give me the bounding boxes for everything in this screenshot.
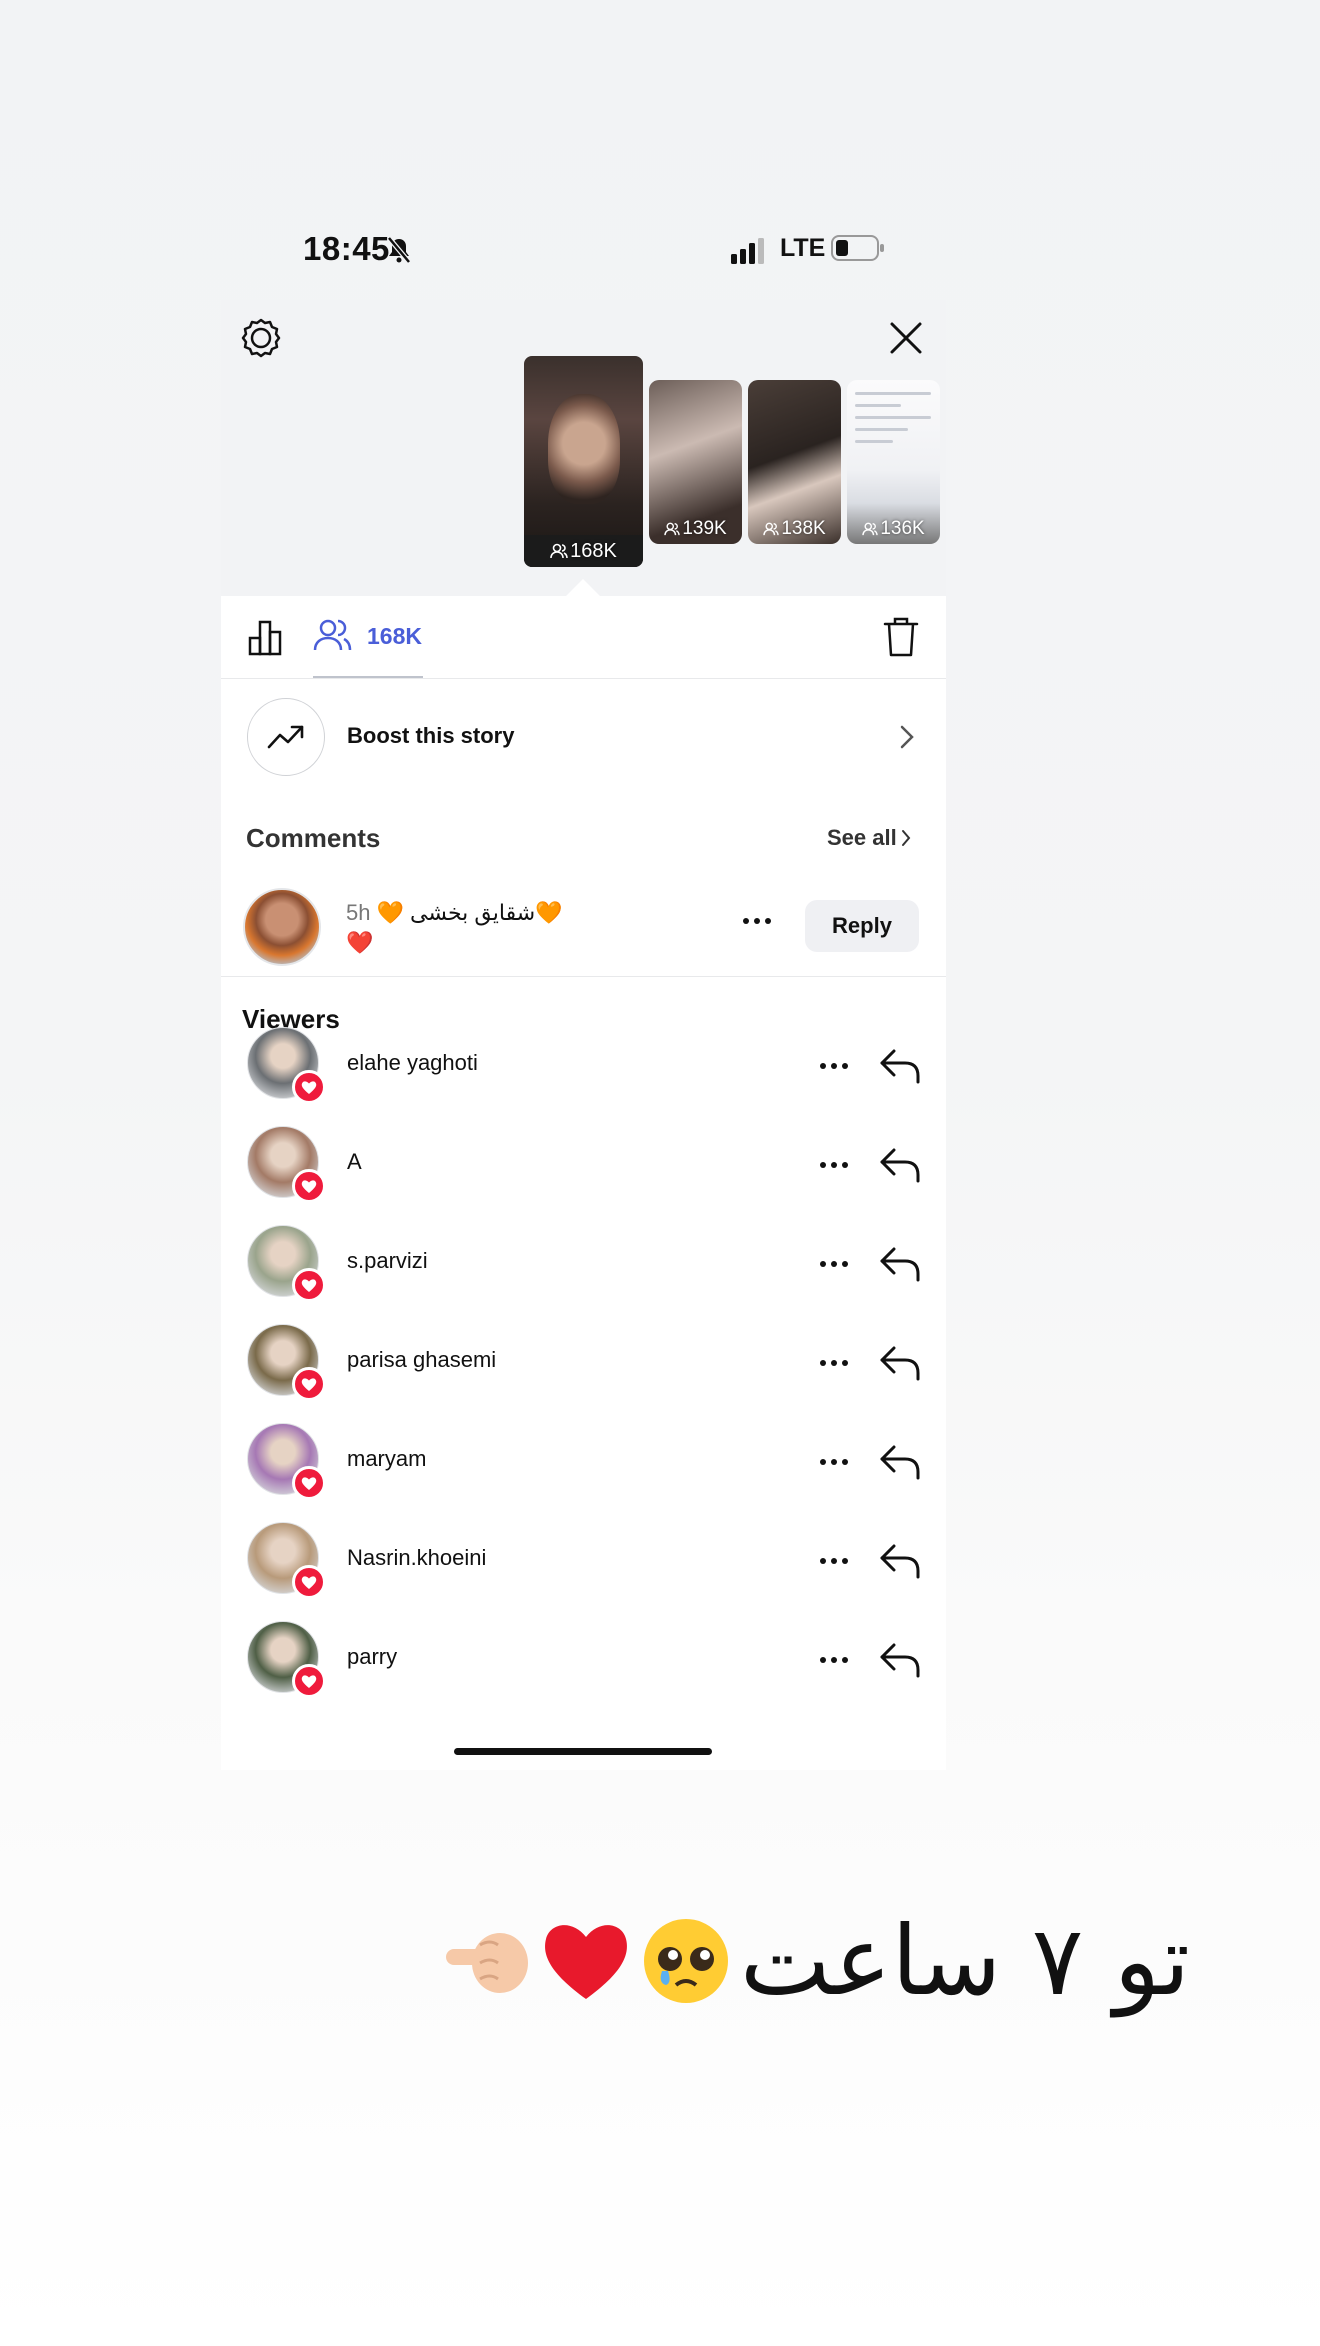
heart-reaction-icon bbox=[292, 1169, 326, 1203]
chevron-right-icon bbox=[900, 725, 914, 749]
viewer-name[interactable]: parry bbox=[347, 1644, 397, 1670]
reply-arrow-icon[interactable] bbox=[879, 1344, 921, 1382]
trending-up-icon bbox=[267, 725, 304, 749]
story-thumbnail[interactable]: 139K bbox=[649, 380, 742, 544]
heart-reaction-icon bbox=[292, 1466, 326, 1500]
heart-reaction-icon bbox=[292, 1664, 326, 1698]
trash-icon[interactable] bbox=[881, 616, 921, 658]
screenshot-preview bbox=[855, 392, 931, 452]
viewer-row[interactable]: parry bbox=[221, 1611, 946, 1710]
story-thumbnail[interactable]: 138K bbox=[748, 380, 841, 544]
home-indicator bbox=[454, 1748, 712, 1755]
viewer-name[interactable]: maryam bbox=[347, 1446, 426, 1472]
battery-icon bbox=[831, 235, 884, 261]
status-bar: 18:45 LTE bbox=[0, 222, 1320, 282]
reply-arrow-icon[interactable] bbox=[879, 1542, 921, 1580]
status-time: 18:45 bbox=[303, 230, 390, 267]
caption-text: تو ۷ ساعت bbox=[740, 1905, 1191, 2017]
red-heart-icon bbox=[545, 1925, 627, 1999]
comment-emoji: ❤️ bbox=[346, 930, 374, 955]
bell-muted-icon bbox=[387, 236, 411, 264]
viewer-name[interactable]: parisa ghasemi bbox=[347, 1347, 496, 1373]
see-all-link[interactable]: See all bbox=[827, 825, 911, 851]
more-options-icon[interactable] bbox=[819, 1655, 849, 1665]
viewer-name[interactable]: elahe yaghoti bbox=[347, 1050, 478, 1076]
story-viewer-count: 168K bbox=[524, 535, 643, 567]
comment-row: 5h 🧡 شقایق بخشی🧡 ❤️ Reply bbox=[221, 870, 946, 977]
viewer-name[interactable]: s.parvizi bbox=[347, 1248, 428, 1274]
comments-title: Comments bbox=[246, 823, 381, 853]
heart-reaction-icon bbox=[292, 1367, 326, 1401]
story-viewer-count: 136K bbox=[847, 518, 940, 540]
story-thumbnail[interactable]: 136K bbox=[847, 380, 940, 544]
reply-arrow-icon[interactable] bbox=[879, 1443, 921, 1481]
comments-header: Comments See all bbox=[221, 798, 946, 858]
viewer-row[interactable]: A bbox=[221, 1116, 946, 1215]
pointing-hand-icon bbox=[446, 1933, 528, 1993]
chevron-right-icon bbox=[901, 830, 911, 846]
more-options-icon[interactable] bbox=[819, 1160, 849, 1170]
bar-chart-icon[interactable] bbox=[247, 618, 287, 656]
boost-icon-circle bbox=[247, 698, 325, 776]
reply-arrow-icon[interactable] bbox=[879, 1047, 921, 1085]
heart-reaction-icon bbox=[292, 1268, 326, 1302]
story-photo bbox=[548, 394, 620, 504]
reply-arrow-icon[interactable] bbox=[879, 1146, 921, 1184]
more-options-icon[interactable] bbox=[742, 916, 772, 926]
more-options-icon[interactable] bbox=[819, 1259, 849, 1269]
story-thumbnail-selected[interactable]: 168K bbox=[524, 356, 643, 567]
close-icon[interactable] bbox=[886, 318, 926, 358]
boost-story-row[interactable]: Boost this story bbox=[221, 678, 946, 798]
viewer-row[interactable]: elahe yaghoti bbox=[221, 1017, 946, 1116]
people-icon bbox=[862, 522, 879, 536]
viewers-count: 168K bbox=[367, 623, 422, 649]
reply-arrow-icon[interactable] bbox=[879, 1245, 921, 1283]
network-type: LTE bbox=[780, 234, 826, 262]
viewer-row[interactable]: Nasrin.khoeini bbox=[221, 1512, 946, 1611]
reply-arrow-icon[interactable] bbox=[879, 1641, 921, 1679]
story-insights-panel: 168K 139K 138K 136K 168K Boost this stor… bbox=[221, 300, 946, 1770]
avatar[interactable] bbox=[243, 888, 321, 966]
comment-time: 5h bbox=[346, 900, 371, 925]
more-options-icon[interactable] bbox=[819, 1061, 849, 1071]
story-viewer-count: 138K bbox=[748, 518, 841, 540]
reply-button[interactable]: Reply bbox=[805, 900, 919, 952]
heart-reaction-icon bbox=[292, 1565, 326, 1599]
comment-body: 🧡 شقایق بخشی🧡 bbox=[376, 900, 563, 925]
story-caption: تو ۷ ساعت bbox=[440, 1905, 1190, 2025]
people-icon bbox=[763, 522, 780, 536]
viewer-name[interactable]: A bbox=[347, 1149, 362, 1175]
heart-reaction-icon bbox=[292, 1070, 326, 1104]
boost-label: Boost this story bbox=[347, 723, 515, 748]
story-strip: 168K 139K 138K 136K bbox=[221, 300, 946, 613]
story-viewer-count: 139K bbox=[649, 518, 742, 540]
pleading-face-icon bbox=[644, 1919, 728, 2003]
people-icon bbox=[550, 543, 568, 559]
more-options-icon[interactable] bbox=[819, 1457, 849, 1467]
insights-tabs: 168K bbox=[221, 596, 946, 679]
more-options-icon[interactable] bbox=[819, 1556, 849, 1566]
comment-text: 5h 🧡 شقایق بخشی🧡 ❤️ bbox=[346, 898, 606, 958]
signal-icon bbox=[731, 238, 764, 264]
viewer-row[interactable]: s.parvizi bbox=[221, 1215, 946, 1314]
people-icon bbox=[664, 522, 681, 536]
viewer-row[interactable]: parisa ghasemi bbox=[221, 1314, 946, 1413]
more-options-icon[interactable] bbox=[819, 1358, 849, 1368]
viewer-row[interactable]: maryam bbox=[221, 1413, 946, 1512]
settings-gear-icon[interactable] bbox=[240, 317, 282, 359]
tab-viewers[interactable]: 168K bbox=[313, 596, 423, 678]
people-icon bbox=[313, 619, 352, 651]
viewer-name[interactable]: Nasrin.khoeini bbox=[347, 1545, 486, 1571]
